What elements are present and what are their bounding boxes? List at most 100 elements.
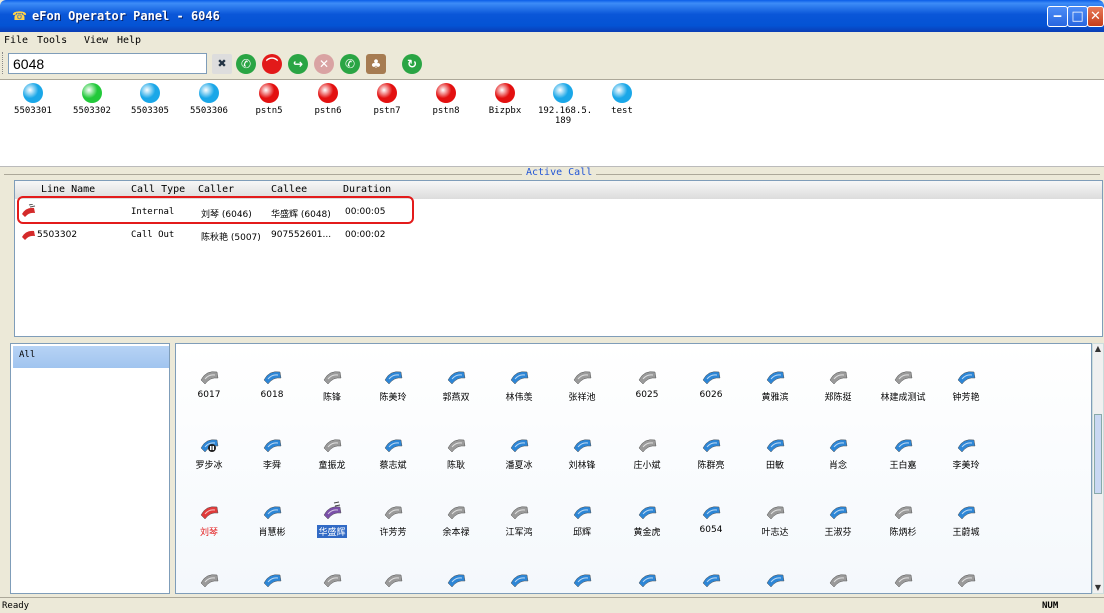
contact-item[interactable]: 童振龙 — [307, 434, 357, 471]
contact-item[interactable]: 肖念 — [813, 434, 863, 471]
contact-item[interactable]: 庄小斌 — [622, 434, 672, 471]
minimize-button[interactable]: ‒ — [1047, 6, 1068, 27]
contact-item[interactable] — [941, 569, 991, 593]
contact-item[interactable]: 黄金虎 — [622, 501, 672, 538]
contact-item[interactable]: 郑陈挺 — [813, 366, 863, 403]
contact-item[interactable]: 钟芳艳 — [941, 366, 991, 403]
hangup-icon[interactable]: ⌒ — [262, 54, 282, 74]
contact-item[interactable]: 刘林锋 — [557, 434, 607, 471]
phone-icon — [750, 434, 800, 454]
group-item-all[interactable]: All — [13, 346, 169, 368]
contact-item[interactable] — [494, 569, 544, 593]
extension-label: 5503305 — [131, 106, 169, 116]
pickup-icon[interactable]: ✆ — [340, 54, 360, 74]
menu-help[interactable]: Help — [117, 35, 141, 46]
cancel-icon[interactable]: ✕ — [314, 54, 334, 74]
contact-item[interactable] — [813, 569, 863, 593]
contact-item[interactable]: 林伟羡 — [494, 366, 544, 403]
table-row[interactable]: 5503302 Call Out 陈秋艳 (5007) 907552601...… — [15, 225, 1102, 243]
contact-item[interactable]: 王白嘉 — [878, 434, 928, 471]
contact-item[interactable]: 陈锋 — [307, 366, 357, 403]
contact-item[interactable] — [750, 569, 800, 593]
col-callee[interactable]: Callee — [271, 184, 307, 195]
extension-1[interactable]: 5503301 — [8, 83, 58, 116]
contact-name: 6017 — [197, 390, 221, 400]
contact-item[interactable]: 刘琴 — [184, 501, 234, 538]
contact-item[interactable] — [247, 569, 297, 593]
status-ball-icon — [140, 83, 160, 103]
search-input[interactable]: 6048 — [8, 53, 207, 74]
contact-item[interactable]: 肖慧彬 — [247, 501, 297, 538]
contact-item[interactable]: 叶志达 — [750, 501, 800, 538]
scroll-down-icon[interactable]: ▼ — [1093, 583, 1103, 593]
contact-item[interactable]: 陈炳杉 — [878, 501, 928, 538]
contact-item[interactable] — [431, 569, 481, 593]
contact-item[interactable]: 林建成测试 — [878, 366, 928, 403]
contact-item[interactable] — [184, 569, 234, 593]
extension-11[interactable]: test — [597, 83, 647, 116]
col-duration[interactable]: Duration — [343, 184, 391, 195]
extension-4[interactable]: 5503306 — [184, 83, 234, 116]
phone-icon — [368, 569, 418, 589]
contact-item[interactable]: 李舜 — [247, 434, 297, 471]
contact-item[interactable] — [557, 569, 607, 593]
phone-icon — [622, 434, 672, 454]
contact-item[interactable]: 6054 — [686, 501, 736, 535]
menu-view[interactable]: View — [84, 35, 108, 46]
close-button[interactable]: ✕ — [1087, 6, 1104, 27]
clear-icon[interactable]: ✖ — [212, 54, 232, 74]
menu-file[interactable]: File — [4, 35, 28, 46]
bottom-panel: All 6017 6018 陈锋 陈美玲 郭燕双 林伟羡 张祥池 6025 6026 黄雅滨 郑陈挺… — [0, 339, 1104, 597]
extension-2[interactable]: 5503302 — [67, 83, 117, 116]
contact-item[interactable]: 蔡志斌 — [368, 434, 418, 471]
contact-item[interactable]: 陈群亮 — [686, 434, 736, 471]
menu-tools[interactable]: Tools — [37, 35, 67, 46]
toolbar-grip[interactable] — [2, 52, 5, 74]
maximize-button[interactable]: □ — [1067, 6, 1088, 27]
extension-9[interactable]: Bizpbx — [480, 83, 530, 116]
contact-item[interactable]: 陈耿 — [431, 434, 481, 471]
contact-item[interactable]: 田敏 — [750, 434, 800, 471]
scroll-thumb[interactable] — [1094, 414, 1102, 494]
contact-item[interactable]: 黄雅滨 — [750, 366, 800, 403]
vertical-scrollbar[interactable]: ▲ ▼ — [1092, 343, 1104, 594]
scroll-up-icon[interactable]: ▲ — [1093, 344, 1103, 354]
contact-item[interactable] — [368, 569, 418, 593]
call-icon[interactable]: ✆ — [236, 54, 256, 74]
extension-6[interactable]: pstn6 — [303, 83, 353, 116]
extension-7[interactable]: pstn7 — [362, 83, 412, 116]
contact-item[interactable]: 6017 — [184, 366, 234, 400]
contact-item[interactable] — [878, 569, 928, 593]
contact-item[interactable]: 潘夏冰 — [494, 434, 544, 471]
users-icon[interactable]: ♣ — [366, 54, 386, 74]
transfer-icon[interactable]: ↪ — [288, 54, 308, 74]
contact-item[interactable]: 李美玲 — [941, 434, 991, 471]
col-call-type[interactable]: Call Type — [131, 184, 185, 195]
contact-item[interactable]: 邱辉 — [557, 501, 607, 538]
contact-item[interactable]: 张祥池 — [557, 366, 607, 403]
contact-item[interactable] — [622, 569, 672, 593]
contact-item[interactable]: 陈美玲 — [368, 366, 418, 403]
contact-item[interactable]: 许芳芳 — [368, 501, 418, 538]
contact-item[interactable]: 江军鸿 — [494, 501, 544, 538]
contact-item[interactable]: 6026 — [686, 366, 736, 400]
col-caller[interactable]: Caller — [198, 184, 234, 195]
contact-item[interactable]: 郭燕双 — [431, 366, 481, 403]
contact-item[interactable]: 6018 — [247, 366, 297, 400]
extension-8[interactable]: pstn8 — [421, 83, 471, 116]
contact-item[interactable]: 6025 — [622, 366, 672, 400]
contact-item[interactable] — [686, 569, 736, 593]
col-line-name[interactable]: Line Name — [41, 184, 95, 195]
contact-item[interactable]: 王淑芬 — [813, 501, 863, 538]
phone-icon — [622, 501, 672, 521]
contact-item[interactable] — [307, 569, 357, 593]
extension-3[interactable]: 5503305 — [125, 83, 175, 116]
contact-item[interactable]: 罗步冰 — [184, 434, 234, 471]
contact-item[interactable]: 华盛辉 — [307, 501, 357, 538]
contact-name: 陈耿 — [446, 461, 465, 471]
extension-5[interactable]: pstn5 — [244, 83, 294, 116]
contact-item[interactable]: 王蔚城 — [941, 501, 991, 538]
refresh-icon[interactable]: ↻ — [402, 54, 422, 74]
contact-item[interactable]: 余本禄 — [431, 501, 481, 538]
extension-10[interactable]: 192.168.5. 189 — [538, 83, 592, 126]
